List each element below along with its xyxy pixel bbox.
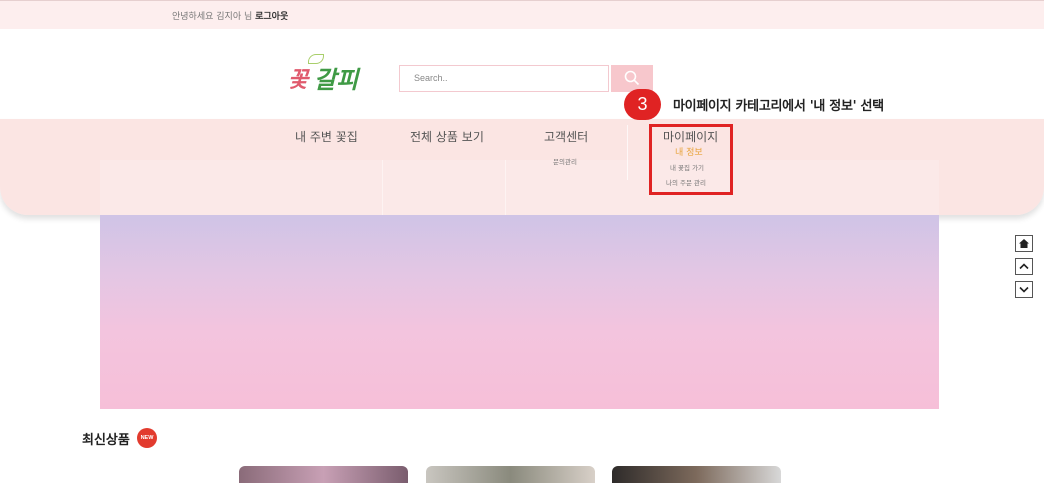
search-button[interactable] — [611, 65, 653, 92]
top-bar: 안녕하세요 김지아 님 로그아웃 — [0, 0, 1044, 29]
hero-strip — [100, 160, 939, 215]
product-thumbnail[interactable] — [426, 466, 595, 483]
greeting-text: 안녕하세요 김지아 님 — [172, 12, 253, 22]
nav-column-divider — [382, 160, 383, 215]
step-instruction: 마이페이지 카테고리에서 '내 정보' 선택 — [673, 99, 884, 114]
nav-item-all-products[interactable]: 전체 상품 보기 — [410, 128, 484, 145]
logo-text-2: 갈피 — [314, 66, 359, 94]
home-icon — [1019, 239, 1029, 248]
nav-item-customer-center[interactable]: 고객센터 — [544, 128, 588, 145]
product-thumbnail[interactable] — [612, 466, 781, 483]
logo-text-1: 꽃 — [288, 68, 309, 93]
search-icon — [624, 70, 640, 86]
new-badge: NEW — [137, 428, 157, 448]
site-logo[interactable]: 꽃 갈피 — [288, 54, 368, 96]
scroll-down-button[interactable] — [1015, 281, 1033, 298]
scroll-up-button[interactable] — [1015, 258, 1033, 275]
nav-sub-inquiry[interactable]: 문의관리 — [553, 156, 577, 166]
nav-column-divider — [505, 160, 506, 215]
hero-banner — [100, 215, 939, 409]
section-title: 최신상품 — [82, 433, 130, 448]
nav-divider — [627, 125, 628, 180]
chevron-up-icon — [1019, 263, 1029, 270]
chevron-down-icon — [1019, 286, 1029, 293]
nav-item-nearby-florist[interactable]: 내 주변 꽃집 — [295, 128, 358, 145]
user-greeting: 안녕하세요 김지아 님 로그아웃 — [172, 9, 288, 22]
product-thumbnail[interactable] — [239, 466, 408, 483]
search-input[interactable]: Search.. — [399, 65, 609, 92]
step-number-badge: 3 — [624, 89, 661, 120]
home-button[interactable] — [1015, 235, 1033, 252]
highlight-box — [649, 124, 733, 195]
logout-link[interactable]: 로그아웃 — [255, 12, 288, 22]
